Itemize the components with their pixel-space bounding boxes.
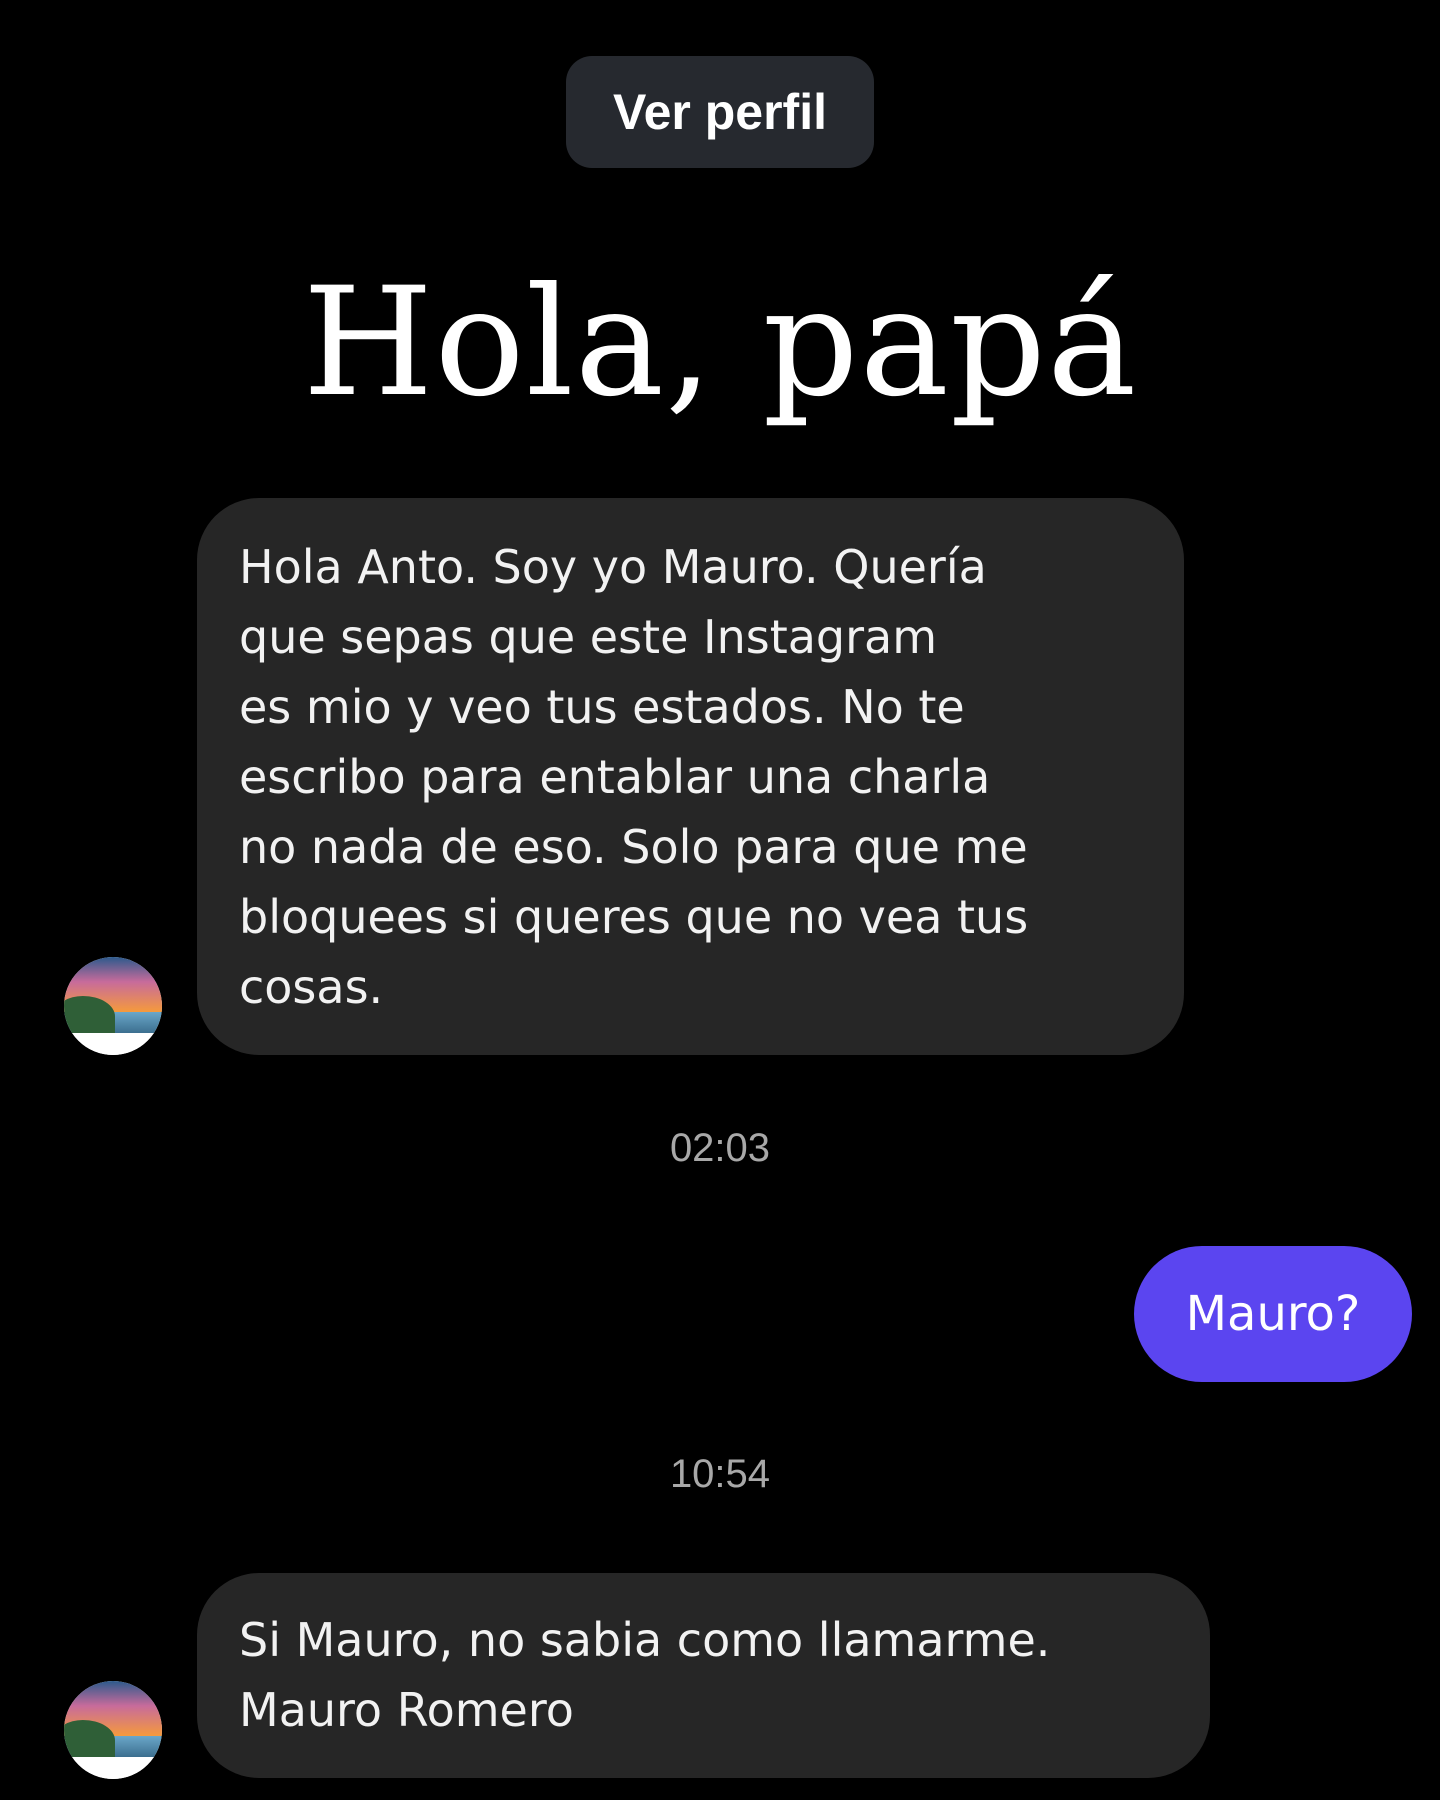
outgoing-message-bubble[interactable]: Mauro? bbox=[1134, 1246, 1412, 1382]
chat-heading: Hola, papá bbox=[302, 256, 1138, 430]
view-profile-button[interactable]: Ver perfil bbox=[566, 56, 874, 168]
message-timestamp: 10:54 bbox=[669, 1452, 771, 1496]
cut-off-header-text bbox=[0, 0, 1440, 18]
message-timestamp: 02:03 bbox=[669, 1126, 771, 1170]
incoming-message-bubble[interactable]: Hola Anto. Soy yo Mauro. Quería que sepa… bbox=[197, 498, 1184, 1055]
landscape-avatar-icon[interactable] bbox=[64, 1681, 162, 1779]
landscape-avatar-icon[interactable] bbox=[64, 957, 162, 1055]
incoming-message-bubble[interactable]: Si Mauro, no sabia como llamarme. Mauro … bbox=[197, 1573, 1210, 1778]
